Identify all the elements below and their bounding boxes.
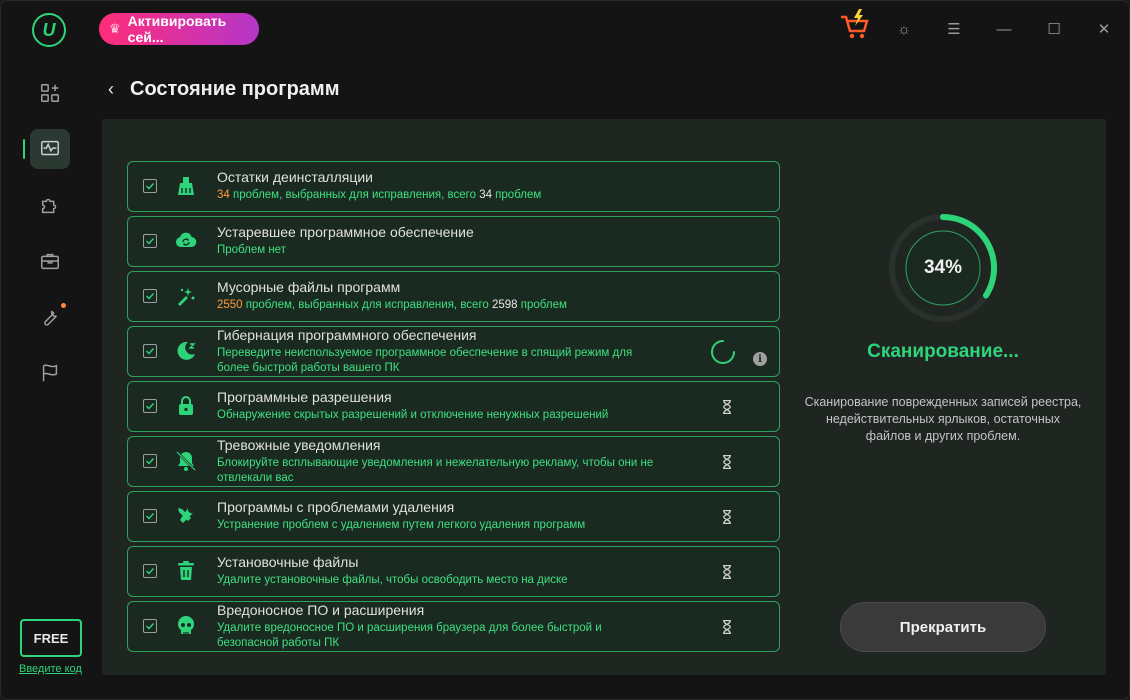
item-description: Удалите вредоносное ПО и расширения брау… xyxy=(217,622,602,649)
sidebar-item-dashboard-icon[interactable] xyxy=(30,73,70,113)
item-title: Тревожные уведомления xyxy=(217,437,381,453)
item-checkbox[interactable] xyxy=(143,289,157,303)
item-title: Гибернация программного обеспечения xyxy=(217,327,477,343)
tools-icon xyxy=(173,503,199,529)
app-logo: U xyxy=(32,13,66,47)
app-window: U FREE Введите код ♛ Активировать сей...… xyxy=(0,0,1130,700)
item-title: Установочные файлы xyxy=(217,554,359,570)
loading-spinner-icon xyxy=(709,338,737,366)
broom-icon xyxy=(173,173,199,199)
sidebar-item-monitor-icon[interactable] xyxy=(30,129,70,169)
item-title: Вредоносное ПО и расширения xyxy=(217,602,425,618)
moon-sleep-icon xyxy=(173,338,199,364)
scan-status-description: Сканирование поврежденных записей реестр… xyxy=(804,395,1082,443)
free-badge[interactable]: FREE xyxy=(20,619,82,657)
sidebar-item-flag-icon[interactable] xyxy=(30,353,70,393)
hourglass-icon xyxy=(717,617,737,637)
maximize-icon[interactable]: ☐ xyxy=(1029,9,1079,49)
sidebar-item-wrench-icon[interactable] xyxy=(30,297,70,337)
info-icon[interactable]: i xyxy=(753,352,767,366)
list-item[interactable]: Программы с проблемами удаления Устранен… xyxy=(127,491,780,542)
item-description: Проблем нет xyxy=(217,244,286,256)
list-item[interactable]: Установочные файлы Удалите установочные … xyxy=(127,546,780,597)
activate-button-label: Активировать сей... xyxy=(127,13,227,45)
item-title: Программные разрешения xyxy=(217,389,392,405)
item-description: Устранение проблем с удалением путем лег… xyxy=(217,519,586,531)
hourglass-icon xyxy=(717,562,737,582)
sidebar: U FREE Введите код xyxy=(1,1,99,699)
sidebar-item-toolbox-icon[interactable] xyxy=(30,241,70,281)
menu-icon[interactable]: ☰ xyxy=(929,9,979,49)
activate-button[interactable]: ♛ Активировать сей... xyxy=(99,13,259,45)
hourglass-icon xyxy=(717,397,737,417)
item-checkbox[interactable] xyxy=(143,564,157,578)
cart-icon[interactable] xyxy=(837,7,873,43)
skull-icon xyxy=(173,613,199,639)
scan-status-title: Сканирование... xyxy=(867,341,1019,362)
item-title: Мусорные файлы программ xyxy=(217,279,401,295)
hourglass-icon xyxy=(717,507,737,527)
bell-off-icon xyxy=(173,448,199,474)
back-chevron-icon[interactable]: ‹ xyxy=(108,79,114,100)
item-checkbox[interactable] xyxy=(143,509,157,523)
list-item[interactable]: Вредоносное ПО и расширения Удалите вред… xyxy=(127,601,780,652)
item-description: 34 проблем, выбранных для исправления, в… xyxy=(217,189,542,201)
trash-icon xyxy=(173,558,199,584)
window-controls: ☼ ☰ — ☐ ✕ xyxy=(879,9,1129,49)
active-nav-indicator xyxy=(23,139,25,159)
item-checkbox[interactable] xyxy=(143,454,157,468)
item-description: 2550 проблем, выбранных для исправления,… xyxy=(217,299,567,311)
progress-percent: 34% xyxy=(923,257,963,278)
list-item[interactable]: Программные разрешения Обнаружение скрыт… xyxy=(127,381,780,432)
lock-icon xyxy=(173,393,199,419)
list-item[interactable]: Мусорные файлы программ 2550 проблем, вы… xyxy=(127,271,780,322)
crown-icon: ♛ xyxy=(109,21,121,36)
enter-code-link[interactable]: Введите код xyxy=(19,663,82,675)
settings-gear-icon[interactable]: ☼ xyxy=(879,9,929,49)
item-checkbox[interactable] xyxy=(143,399,157,413)
list-item[interactable]: Остатки деинсталляции 34 проблем, выбран… xyxy=(127,161,780,212)
list-item[interactable]: Устаревшее программное обеспечение Пробл… xyxy=(127,216,780,267)
notification-dot xyxy=(61,303,66,308)
item-description: Удалите установочные файлы, чтобы освобо… xyxy=(217,574,568,586)
close-icon[interactable]: ✕ xyxy=(1079,9,1129,49)
item-description: Блокируйте всплывающие уведомления и неж… xyxy=(217,457,654,484)
list-item[interactable]: Гибернация программного обеспечения Пере… xyxy=(127,326,780,377)
item-title: Устаревшее программное обеспечение xyxy=(217,224,474,240)
minimize-icon[interactable]: — xyxy=(979,9,1029,49)
item-checkbox[interactable] xyxy=(143,619,157,633)
sweep-sparkle-icon xyxy=(173,283,199,309)
hourglass-icon xyxy=(717,452,737,472)
item-checkbox[interactable] xyxy=(143,344,157,358)
stop-button[interactable]: Прекратить xyxy=(840,602,1046,652)
item-description: Обнаружение скрытых разрешений и отключе… xyxy=(217,409,609,421)
sidebar-item-puzzle-icon[interactable] xyxy=(30,185,70,225)
item-checkbox[interactable] xyxy=(143,234,157,248)
list-item[interactable]: Тревожные уведомления Блокируйте всплыва… xyxy=(127,436,780,487)
item-checkbox[interactable] xyxy=(143,179,157,193)
cloud-sync-icon xyxy=(173,228,199,254)
item-title: Программы с проблемами удаления xyxy=(217,499,455,515)
item-title: Остатки деинсталляции xyxy=(217,169,373,185)
item-description: Переведите неиспользуемое программное об… xyxy=(217,347,633,374)
page-title: Состояние программ xyxy=(130,78,340,100)
